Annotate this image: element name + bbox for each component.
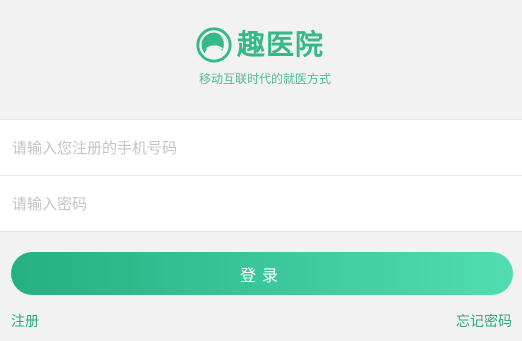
forgot-password-link[interactable]: 忘记密码 [456,312,512,332]
login-form-card [0,119,522,232]
brand-header: 趣医院 移动互联时代的就医方式 [0,0,522,119]
brand-logo: 趣医院 [195,24,324,66]
password-input[interactable] [0,176,522,232]
phone-input[interactable] [0,120,522,175]
register-link[interactable]: 注册 [11,312,39,332]
phone-field-container [0,120,522,176]
brand-name: 趣医院 [237,28,325,61]
login-button[interactable]: 登录 [11,252,513,295]
brand-slogan: 移动互联时代的就医方式 [198,72,331,86]
password-field-container [0,176,522,232]
head-silhouette-icon [196,27,232,63]
